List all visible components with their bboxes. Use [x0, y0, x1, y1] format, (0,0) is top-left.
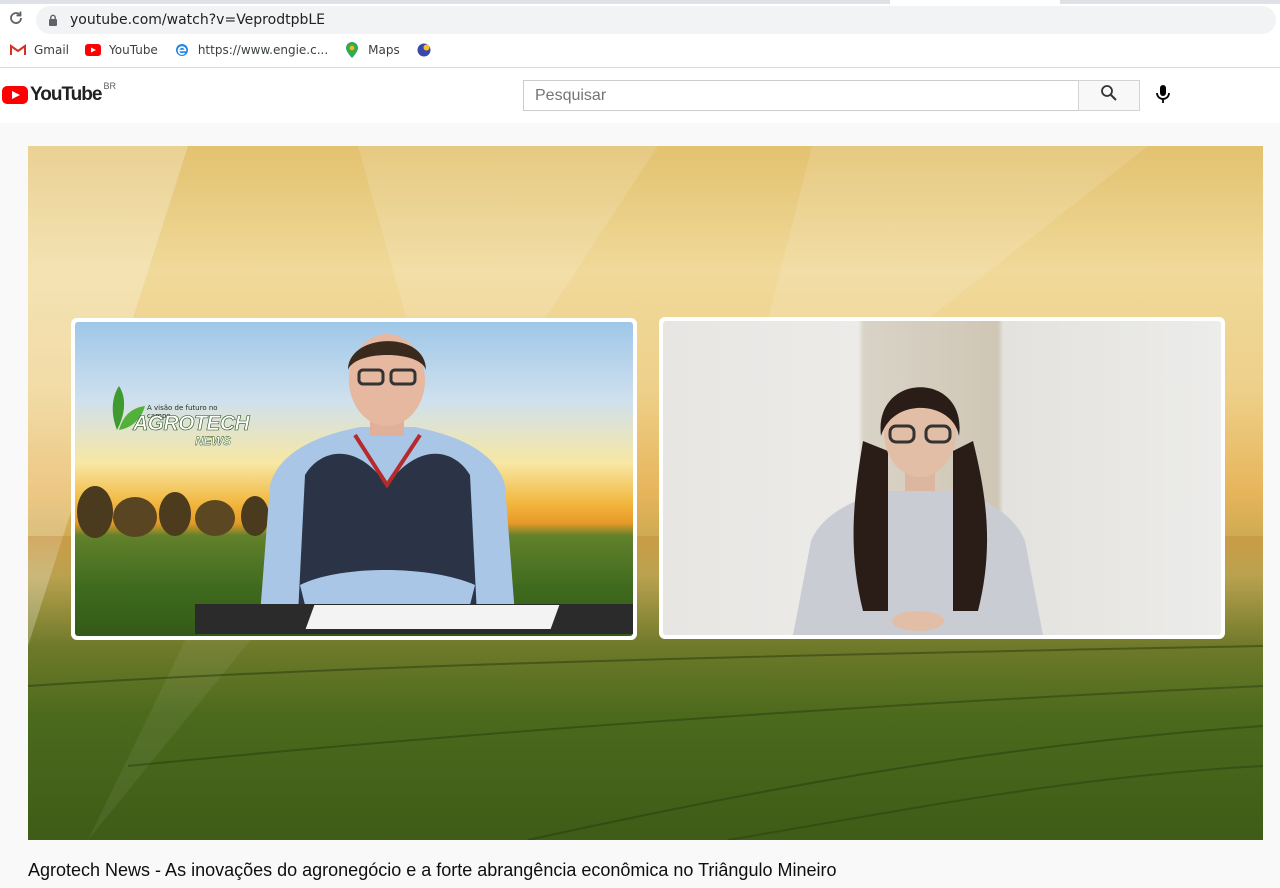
voice-search-button[interactable]: [1150, 83, 1176, 109]
microphone-icon: [1155, 84, 1171, 109]
url-text[interactable]: youtube.com/watch?v=VeprodtpbLE: [70, 12, 325, 28]
maps-pin-icon: [344, 42, 360, 58]
bookmark-label: Gmail: [34, 43, 70, 57]
bookmark-extension[interactable]: [416, 42, 440, 58]
tree-line: [77, 486, 269, 538]
video-player[interactable]: A visão de futuro no campo AGROTECH NEWS: [28, 146, 1263, 840]
video-title: Agrotech News - As inovações do agronegó…: [28, 860, 837, 880]
bookmark-youtube[interactable]: YouTube: [85, 42, 158, 58]
search-icon: [1100, 84, 1118, 107]
presenter-video-frame: A visão de futuro no campo AGROTECH NEWS: [75, 322, 633, 636]
address-bar[interactable]: youtube.com/watch?v=VeprodtpbLE: [36, 6, 1276, 34]
youtube-masthead: YouTube BR: [0, 69, 1280, 123]
bookmark-label: Maps: [368, 43, 400, 57]
search-box: [523, 80, 1079, 111]
youtube-icon: [85, 42, 102, 58]
crop-field-lines: [28, 645, 1263, 840]
reload-icon[interactable]: [6, 8, 26, 28]
youtube-wordmark: YouTube: [30, 84, 102, 105]
navigation-bar: youtube.com/watch?v=VeprodtpbLE: [0, 4, 1280, 34]
bookmark-gmail[interactable]: Gmail: [10, 42, 69, 58]
logo-sub-text: NEWS: [195, 434, 231, 448]
youtube-play-icon: [2, 86, 28, 104]
country-code: BR: [103, 81, 116, 91]
bookmark-engie[interactable]: https://www.engie.c...: [174, 42, 328, 58]
search-input[interactable]: [524, 81, 1079, 110]
edge-icon: [174, 42, 190, 58]
guest-video-frame: [663, 321, 1221, 635]
globe-extension-icon: [416, 42, 432, 58]
bookmarks-bar: Gmail YouTube https://www.engie.c... Map…: [0, 38, 446, 62]
logo-main-text: AGROTECH: [133, 412, 250, 436]
presenter-figure: [260, 334, 515, 615]
guest-figure: [793, 387, 1043, 635]
lock-icon[interactable]: [46, 13, 60, 27]
youtube-logo[interactable]: YouTube BR: [2, 81, 116, 107]
bookmark-label: https://www.engie.c...: [197, 43, 329, 57]
papers-on-desk: [305, 605, 560, 629]
bookmark-label: YouTube: [109, 43, 158, 57]
presenter-panel: A visão de futuro no campo AGROTECH NEWS: [71, 318, 637, 640]
guest-panel: [659, 317, 1225, 639]
agrotech-news-logo: A visão de futuro no campo AGROTECH NEWS: [105, 380, 250, 454]
browser-chrome: youtube.com/watch?v=VeprodtpbLE Gmail Yo…: [0, 0, 1280, 68]
bookmark-maps[interactable]: Maps: [344, 42, 400, 58]
search-button[interactable]: [1078, 80, 1140, 111]
gmail-icon: [10, 42, 26, 58]
